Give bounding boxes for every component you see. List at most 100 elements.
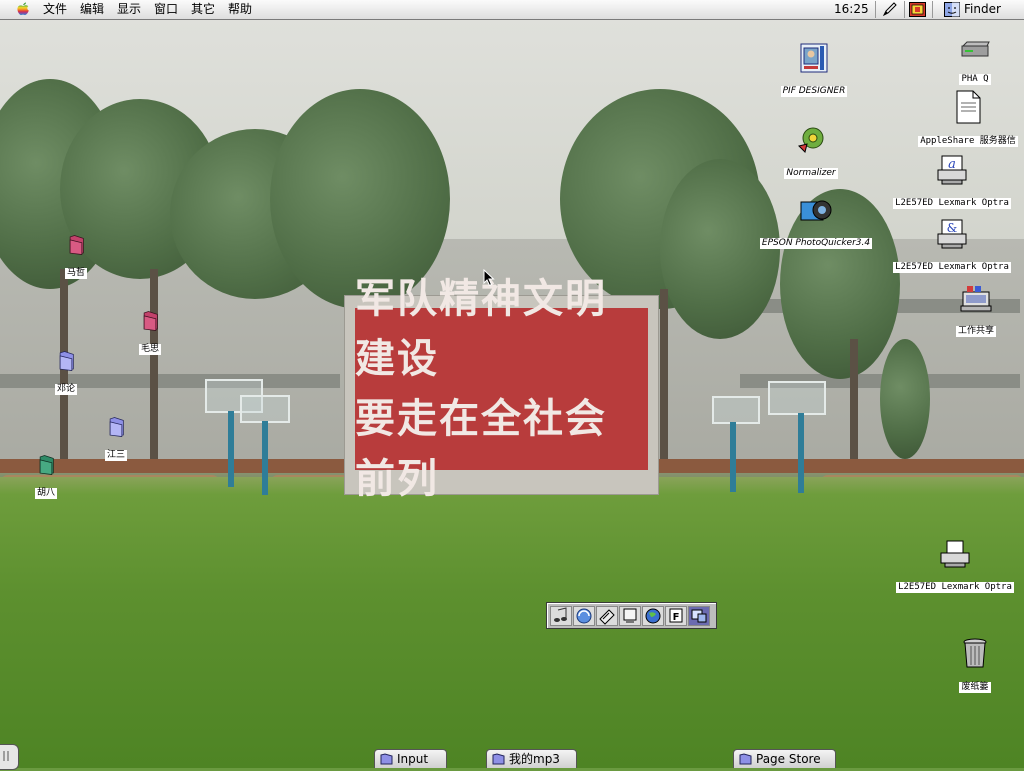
trash-icon [963,638,987,668]
desktop-icon-label: 邓论 [54,384,77,395]
desktop-icon-normalizer[interactable]: Normalizer [774,124,848,179]
folder-icon [492,753,505,765]
apple-menu-icon[interactable] [16,2,30,16]
popup-window-tab-mp3[interactable]: 我的mp3 [486,749,577,768]
folder-icon [59,351,74,371]
file-sharing-icon [960,286,992,312]
menubar-divider [875,1,876,18]
desktop-icon-label: EPSON PhotoQuicker3.4 [759,238,873,249]
menu-special[interactable]: 其它 [191,2,215,17]
wallpaper-grass [0,477,1024,768]
desktop-icon-label: L2E57ED Lexmark Optra [893,198,1011,209]
normalizer-app-icon [798,127,824,153]
document-icon [956,90,981,124]
desktop-icon-lexmark-printer-1[interactable]: a L2E57ED Lexmark Optra [880,154,1024,209]
desktop-icon-label: PIF DESIGNER [780,86,848,97]
desktop-printer-icon [940,540,970,568]
billboard-panel: 军队精神文明建设 要走在全社会前列 [355,276,648,502]
control-strip-sound[interactable] [550,606,572,626]
control-strip-appletalk[interactable] [573,606,595,626]
menu-view[interactable]: 显示 [117,2,141,17]
desktop-icon-label: AppleShare 服务器信 [918,136,1018,147]
menubar-clock[interactable]: 16:25 [834,2,869,16]
control-strip-remote-access[interactable] [688,606,710,626]
popup-window-tab-input[interactable]: Input [374,749,447,768]
billboard-line-1: 军队精神文明建设 [355,276,607,382]
menubar-divider [904,1,905,18]
control-strip-cd[interactable] [596,606,618,626]
control-strip-collapse-tab[interactable] [0,744,19,770]
tree [660,159,780,339]
tree-trunk [850,339,858,459]
popup-tab-label: Input [397,752,429,766]
desktop-folder-jiangsan[interactable]: 江三 [96,416,136,461]
menu-bar: 文件 编辑 显示 窗口 其它 帮助 16:25 Finder [0,0,1024,20]
menu-edit[interactable]: 编辑 [80,2,104,17]
billboard-line-2: 要走在全社会前列 [355,396,607,502]
desktop-icon-pha-q[interactable]: PHA Q [948,40,1002,85]
menu-window[interactable]: 窗口 [154,2,178,17]
desktop-folder-denglun[interactable]: 邓论 [46,350,86,395]
collapse-tab-icon [3,751,9,761]
desktop-icon-lexmark-printer-3[interactable]: L2E57ED Lexmark Optra [886,538,1024,593]
popup-tab-label: 我的mp3 [509,752,560,766]
text-icon: F [669,608,683,623]
svg-text:F: F [673,612,680,623]
monitor-icon [623,608,637,623]
desktop-icon-label: 马哲 [64,268,87,279]
control-strip-internet[interactable] [642,606,664,626]
apple-cd-icon [599,609,615,625]
folder-icon [39,455,54,475]
folder-icon [109,417,124,437]
desktop-icon-label: 毛思 [138,344,161,355]
tree-trunk [660,289,668,459]
folder-icon [69,235,84,255]
desktop-printer-icon: a [937,155,967,185]
popup-tab-label: Page Store [756,752,821,766]
menu-help[interactable]: 帮助 [228,2,252,17]
desktop-folder-huba[interactable]: 胡八 [26,454,66,499]
epson-camera-icon [800,200,832,221]
desktop-icon-label: PHA Q [959,74,991,85]
pif-designer-app-icon [800,43,828,73]
control-strip-monitor[interactable] [619,606,641,626]
folder-icon [380,753,393,765]
desktop-printer-icon: & [937,219,967,249]
folder-icon [739,753,752,765]
desktop-icon-label: 胡八 [34,488,57,499]
desktop-icon-pif-designer[interactable]: PIF DESIGNER [773,42,855,97]
internet-icon [645,608,661,624]
menu-file[interactable]: 文件 [43,2,67,17]
mouse-pointer-icon [483,269,495,287]
remote-access-icon [691,609,707,623]
desktop-icon-label: L2E57ED Lexmark Optra [896,582,1014,593]
desktop-folder-maosi[interactable]: 毛思 [130,310,170,355]
desktop-icon-label: 废纸篓 [959,682,991,693]
popup-window-tab-page-store[interactable]: Page Store [733,749,836,768]
control-strip-text[interactable]: F [665,606,687,626]
wallpaper-billboard: 军队精神文明建设 要走在全社会前列 [344,276,659,502]
desktop-icon-appleshare-document[interactable]: AppleShare 服务器信 [912,90,1024,147]
appletalk-icon [576,608,592,624]
tree-trunk [150,269,158,459]
tree [880,339,930,459]
desktop-icon-lexmark-printer-2[interactable]: & L2E57ED Lexmark Optra [880,218,1024,273]
keyboard-layout-icon[interactable] [909,2,926,17]
desktop-icon-label: 江三 [104,450,127,461]
pencil-icon[interactable] [882,2,898,17]
folder-icon [143,311,158,331]
sound-icon [554,607,567,622]
desktop-icon-trash[interactable]: 废纸篓 [952,636,998,693]
application-menu-label[interactable]: Finder [964,2,1001,17]
svg-text:&: & [947,221,958,235]
desktop-icon-label: L2E57ED Lexmark Optra [893,262,1011,273]
menubar-divider [932,1,933,18]
desktop-folder-mazhe[interactable]: 马哲 [56,234,96,279]
desktop-wallpaper: 军队精神文明建设 要走在全社会前列 [0,19,1024,768]
control-strip: F [546,602,717,629]
desktop-icon-label: 工作共享 [955,326,996,337]
hard-disk-icon [961,41,990,57]
desktop-icon-label: Normalizer [784,168,838,179]
desktop-icon-file-sharing[interactable]: 工作共享 [946,284,1006,337]
desktop-icon-epson-photoquicker[interactable]: EPSON PhotoQuicker3.4 [745,196,887,249]
